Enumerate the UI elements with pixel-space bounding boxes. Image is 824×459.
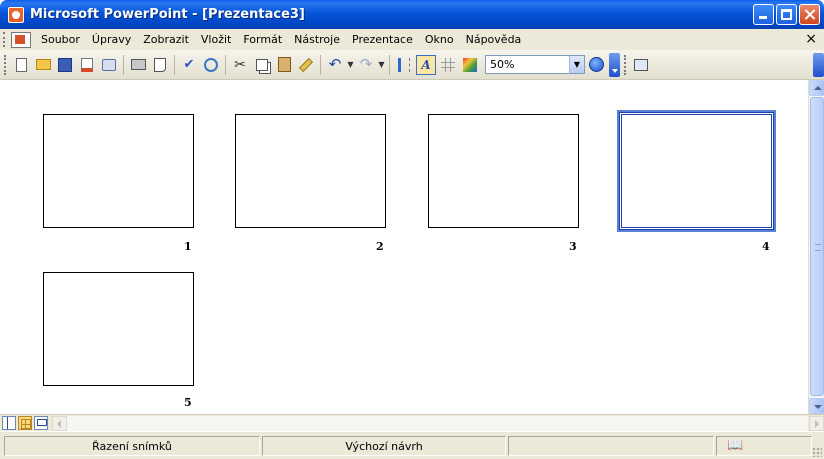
view-bar bbox=[0, 414, 824, 431]
status-design-label: Výchozí návrh bbox=[345, 439, 423, 453]
horizontal-scrollbar[interactable] bbox=[52, 416, 824, 431]
save-icon[interactable] bbox=[55, 55, 75, 75]
close-button[interactable] bbox=[799, 4, 820, 25]
spellcheck-status-icon[interactable]: 📖 bbox=[727, 438, 743, 453]
status-view-panel: Řazení snímků bbox=[4, 436, 260, 456]
slide-thumbnail[interactable] bbox=[43, 114, 194, 228]
menu-soubor[interactable]: Soubor bbox=[35, 33, 86, 46]
menu-napoveda[interactable]: Nápověda bbox=[460, 33, 528, 46]
minimize-button[interactable] bbox=[753, 4, 774, 25]
help-icon[interactable] bbox=[586, 55, 606, 75]
menu-format[interactable]: Formát bbox=[237, 33, 288, 46]
color-grayscale-icon[interactable] bbox=[460, 55, 480, 75]
show-formatting-icon[interactable]: A bbox=[416, 54, 436, 75]
toolbar-overflow-button[interactable] bbox=[813, 53, 824, 77]
scroll-up-button[interactable] bbox=[809, 80, 824, 96]
scroll-grip-icon bbox=[815, 244, 821, 251]
toolbar-separator bbox=[174, 54, 175, 75]
cut-icon[interactable]: ✂ bbox=[230, 55, 250, 75]
new-icon[interactable] bbox=[11, 55, 31, 75]
title-bar[interactable]: Microsoft PowerPoint - [Prezentace3] bbox=[0, 0, 824, 29]
toolbar-separator bbox=[320, 54, 321, 75]
slide-thumbnail-selected[interactable] bbox=[617, 110, 776, 232]
redo-dropdown-icon[interactable]: ▼ bbox=[377, 60, 386, 69]
slide-number: 1 bbox=[184, 240, 192, 253]
zoom-select[interactable]: 50% ▼ bbox=[485, 55, 585, 74]
status-spell-panel: 📖 bbox=[716, 436, 812, 456]
window-controls bbox=[753, 4, 820, 25]
spelling-icon[interactable]: ✔ bbox=[179, 55, 199, 75]
document-control-icon[interactable] bbox=[11, 31, 31, 48]
slide-thumbnail[interactable] bbox=[235, 114, 386, 228]
slide-number: 5 bbox=[184, 396, 192, 409]
undo-dropdown-icon[interactable]: ▼ bbox=[346, 60, 355, 69]
slide-sorter-view-button[interactable] bbox=[18, 416, 32, 430]
menu-zobrazit[interactable]: Zobrazit bbox=[137, 33, 195, 46]
slideshow-icon[interactable] bbox=[631, 55, 651, 75]
toolbar-grip[interactable] bbox=[624, 54, 627, 75]
chevron-down-icon[interactable]: ▼ bbox=[569, 56, 584, 73]
status-view-label: Řazení snímků bbox=[92, 439, 172, 453]
toolbar-options-button[interactable] bbox=[609, 52, 620, 77]
zoom-value: 50% bbox=[490, 58, 515, 71]
open-icon[interactable] bbox=[33, 55, 53, 75]
scroll-right-button[interactable] bbox=[809, 416, 824, 431]
status-empty-panel bbox=[508, 436, 714, 456]
menu-nastroje[interactable]: Nástroje bbox=[288, 33, 346, 46]
document-close-button[interactable]: × bbox=[805, 31, 817, 47]
maximize-button[interactable] bbox=[776, 4, 797, 25]
format-painter-icon[interactable] bbox=[296, 55, 316, 75]
resize-grip-icon[interactable] bbox=[812, 447, 822, 457]
vertical-scroll-thumb[interactable] bbox=[810, 97, 824, 396]
toolbar-separator bbox=[123, 54, 124, 75]
menu-prezentace[interactable]: Prezentace bbox=[346, 33, 419, 46]
slide-number: 3 bbox=[569, 240, 577, 253]
permission-icon[interactable] bbox=[77, 55, 97, 75]
powerpoint-app-icon[interactable] bbox=[8, 6, 24, 23]
paste-icon[interactable] bbox=[274, 55, 294, 75]
standard-toolbar: ✔ ✂ ↶ ▼ ↷ ▼ A 50% ▼ bbox=[0, 50, 824, 80]
menu-upravy[interactable]: Úpravy bbox=[86, 33, 137, 46]
toolbar-grip[interactable] bbox=[4, 54, 7, 75]
vertical-scrollbar[interactable] bbox=[808, 80, 824, 414]
menu-vlozit[interactable]: Vložit bbox=[195, 33, 237, 46]
copy-icon[interactable] bbox=[252, 55, 272, 75]
status-bar: Řazení snímků Výchozí návrh 📖 bbox=[0, 431, 824, 459]
print-preview-icon[interactable] bbox=[150, 55, 170, 75]
menubar-grip[interactable] bbox=[3, 32, 6, 47]
scroll-down-button[interactable] bbox=[809, 398, 824, 414]
print-icon[interactable] bbox=[128, 55, 148, 75]
slide-number: 2 bbox=[376, 240, 384, 253]
grid-icon[interactable] bbox=[438, 55, 458, 75]
normal-view-button[interactable] bbox=[2, 416, 16, 430]
menu-bar: Soubor Úpravy Zobrazit Vložit Formát Nás… bbox=[0, 29, 824, 50]
slideshow-view-button[interactable] bbox=[34, 416, 48, 430]
research-icon[interactable] bbox=[99, 55, 119, 75]
window-title: Microsoft PowerPoint - [Prezentace3] bbox=[30, 7, 305, 22]
slide-sorter-pane[interactable]: 1 2 3 4 5 bbox=[0, 80, 808, 414]
redo-icon[interactable]: ↷ bbox=[356, 55, 376, 75]
undo-icon[interactable]: ↶ bbox=[325, 55, 345, 75]
slide-thumbnail[interactable] bbox=[428, 114, 579, 228]
slide-number: 4 bbox=[762, 240, 770, 253]
scroll-left-button[interactable] bbox=[52, 416, 67, 431]
status-design-panel: Výchozí návrh bbox=[262, 436, 506, 456]
toolbar-separator bbox=[225, 54, 226, 75]
expand-all-icon[interactable] bbox=[394, 55, 414, 75]
menu-okno[interactable]: Okno bbox=[419, 33, 460, 46]
toolbar-separator bbox=[389, 54, 390, 75]
slide-thumbnail[interactable] bbox=[43, 272, 194, 386]
research-find-icon[interactable] bbox=[201, 55, 221, 75]
